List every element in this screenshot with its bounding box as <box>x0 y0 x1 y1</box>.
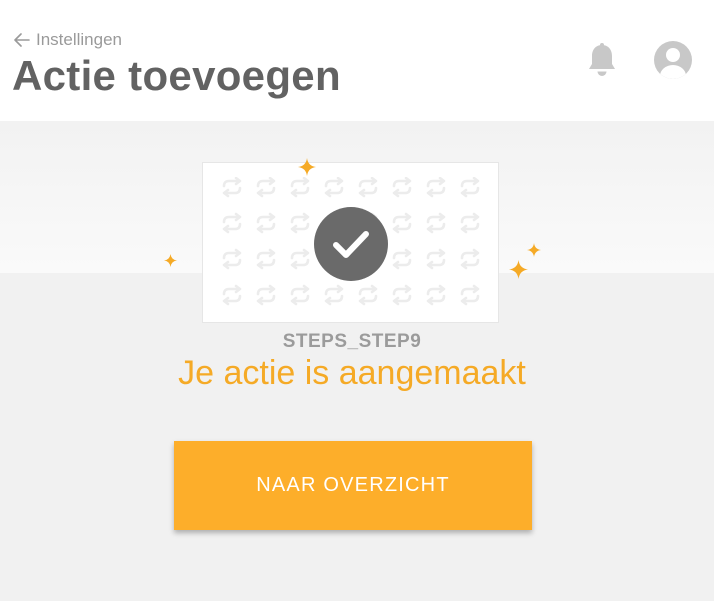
user-avatar-icon[interactable] <box>654 41 692 79</box>
back-link[interactable]: Instellingen <box>14 30 122 50</box>
sparkle-icon <box>527 243 541 257</box>
success-message: Je actie is aangemaakt <box>178 354 526 392</box>
arrow-left-icon <box>14 33 30 47</box>
page-title: Actie toevoegen <box>12 52 341 99</box>
page: Instellingen Actie toevoegen STEPS_STEP9… <box>0 0 714 601</box>
to-overview-button[interactable]: NAAR OVERZICHT <box>174 441 532 530</box>
sparkle-icon <box>509 260 528 279</box>
step-label: STEPS_STEP9 <box>282 331 422 352</box>
bell-icon[interactable] <box>585 42 619 78</box>
page-header: Instellingen Actie toevoegen <box>0 0 714 121</box>
back-link-label: Instellingen <box>36 30 123 49</box>
checkmark-icon <box>333 231 369 258</box>
success-check-badge <box>314 207 388 281</box>
sparkle-icon <box>164 254 177 267</box>
sparkle-icon <box>298 158 316 176</box>
